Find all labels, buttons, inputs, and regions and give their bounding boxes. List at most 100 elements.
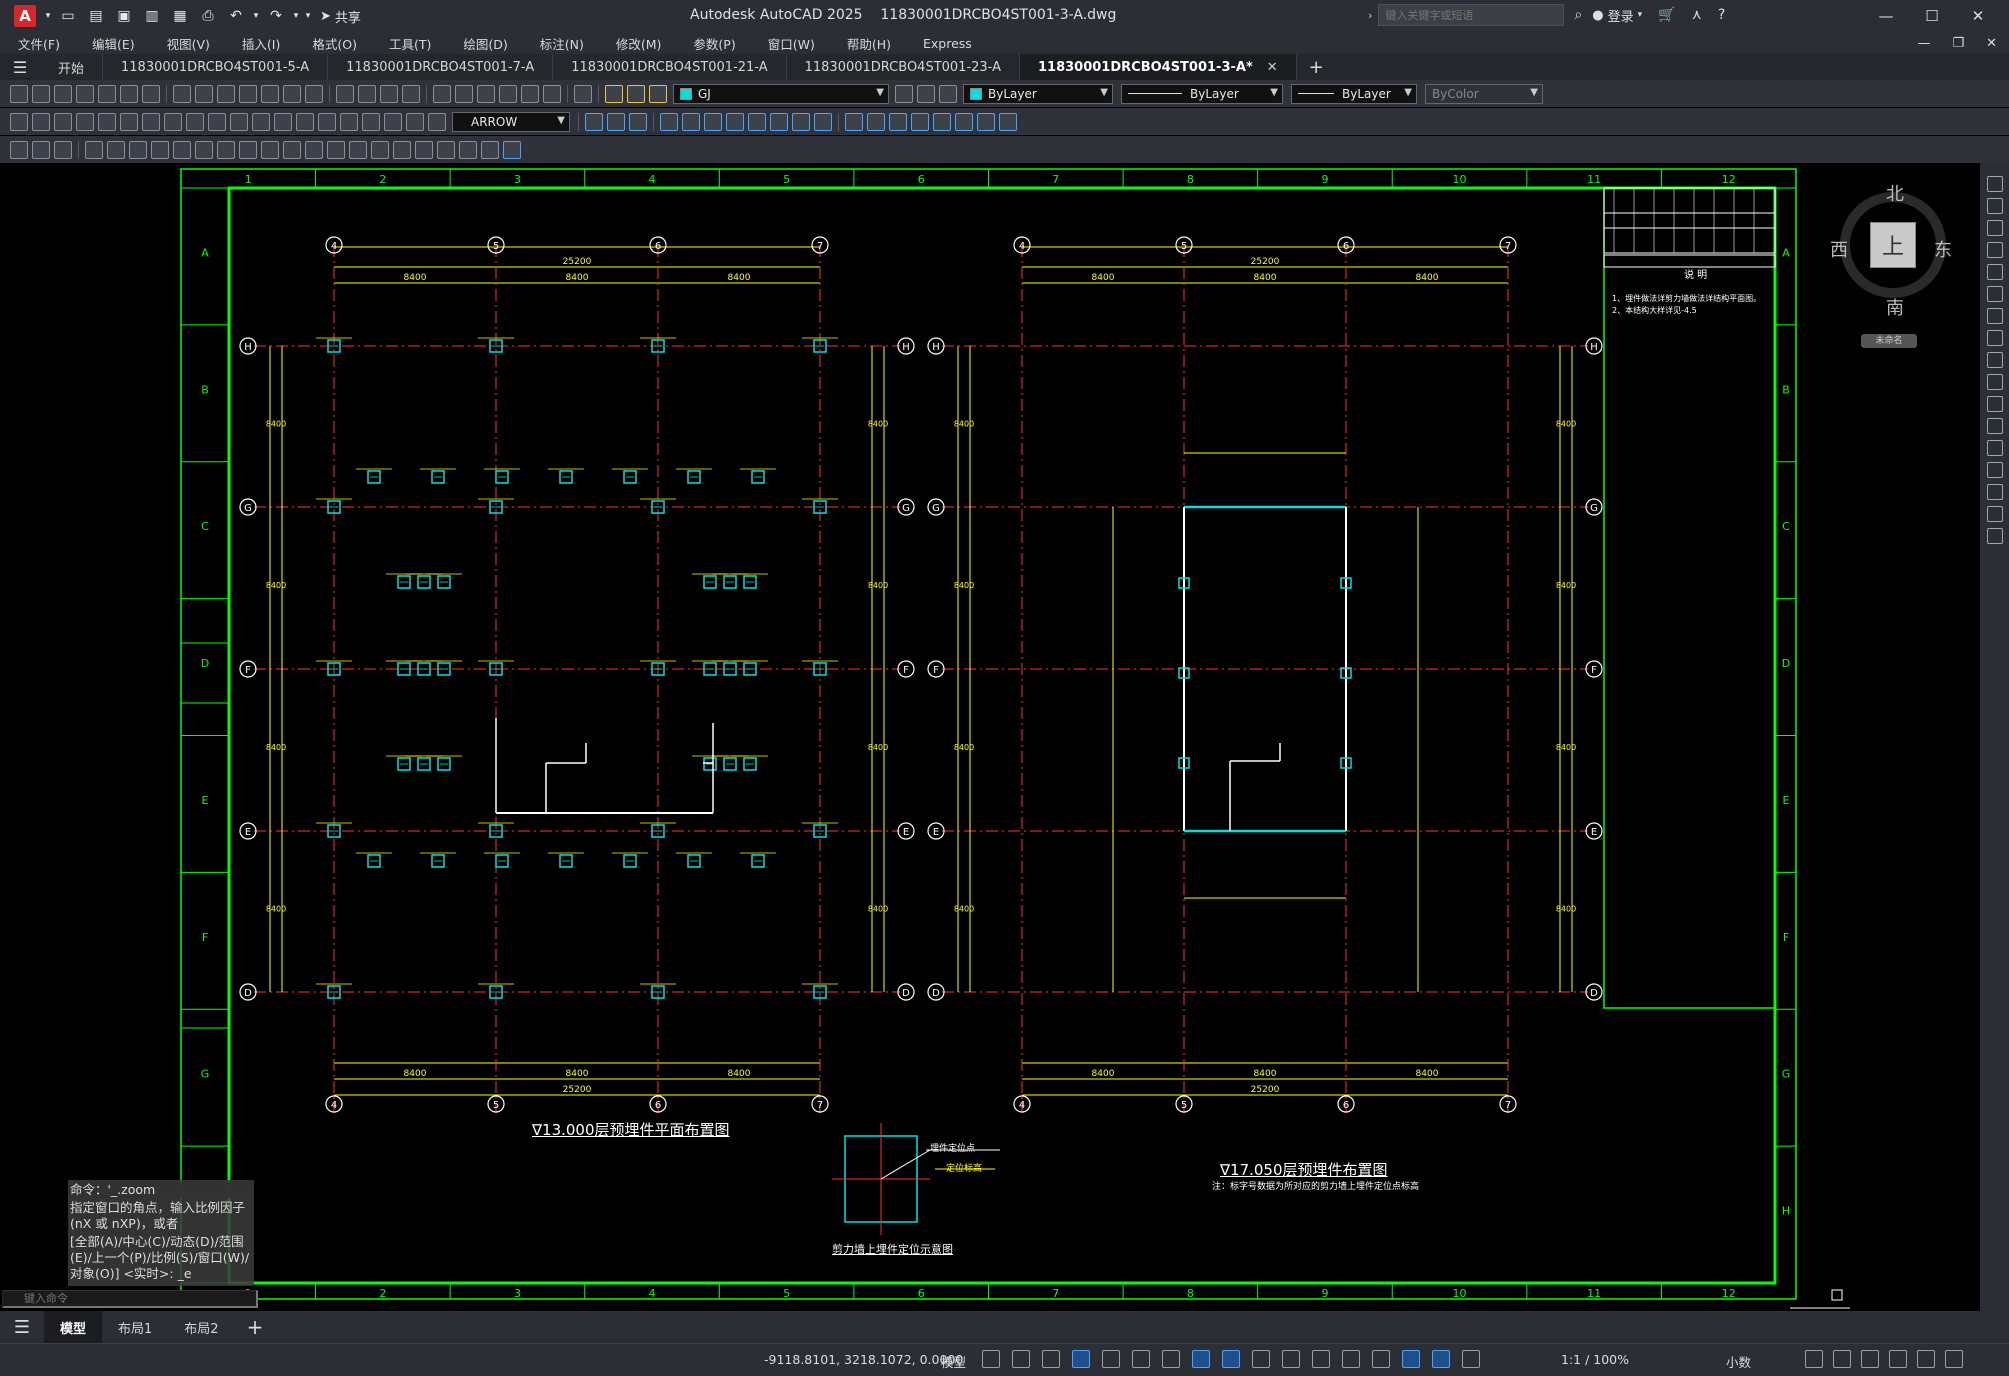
matchprop-icon[interactable] [239,84,257,103]
3dosnap-icon[interactable] [1312,1350,1330,1368]
tolerance-icon[interactable] [296,112,314,131]
save-tb-icon[interactable] [54,84,72,103]
layer-tool-15-icon[interactable] [911,112,929,131]
layer-tool-7-icon[interactable] [726,112,744,131]
layer-properties-icon[interactable] [605,84,623,103]
tab-start[interactable]: 开始 [40,54,104,80]
edit-tool-2-icon[interactable] [32,140,50,159]
tab-model[interactable]: 模型 [44,1311,103,1343]
menu-window[interactable]: 窗口(W) [768,34,815,53]
layer-tool-18-icon[interactable] [977,112,995,131]
revcloud-icon[interactable] [239,140,257,159]
layer-combo[interactable]: GJ ▼ [673,83,889,104]
rectangle-icon[interactable] [173,140,191,159]
line-icon[interactable] [85,140,103,159]
customize-qat-icon[interactable]: ▾ [302,5,314,27]
menu-view[interactable]: 视图(V) [167,34,210,53]
make-current-icon[interactable] [895,84,913,103]
region-icon[interactable] [437,140,455,159]
view-cube[interactable]: 上 北 南 东 西 未命名 [1830,180,1952,348]
block-editor-icon[interactable] [261,84,279,103]
undo-tb-icon[interactable] [283,84,301,103]
pan-icon[interactable] [336,84,354,103]
palette-tool-icon[interactable] [1986,484,2003,500]
dim-jogged-icon[interactable] [120,112,138,131]
grid-icon[interactable] [982,1350,1000,1368]
menu-tools[interactable]: 工具(T) [389,34,431,53]
layer-tool-19-icon[interactable] [999,112,1017,131]
layout-menu-icon[interactable]: ☰ [0,1317,44,1338]
tab-layout2[interactable]: 布局2 [168,1311,234,1343]
menu-help[interactable]: 帮助(H) [847,34,891,53]
save-as-icon[interactable]: ▥ [141,5,163,27]
dim-angular-icon[interactable] [164,112,182,131]
zoom-window-icon[interactable] [380,84,398,103]
tab-layout1[interactable]: 布局1 [102,1311,168,1343]
plot-icon[interactable]: ⎙ [197,5,219,27]
cursor-coordinates[interactable]: -9118.8101, 3218.1072, 0.0000 [764,1352,963,1367]
layer-previous-icon[interactable] [649,84,667,103]
layer-tool-17-icon[interactable] [955,112,973,131]
compass-south[interactable]: 南 [1886,294,1904,320]
palette-tool-icon[interactable] [1986,396,2003,412]
graphics-performance-icon[interactable] [1889,1350,1907,1368]
properties-icon[interactable] [433,84,451,103]
autocad-logo-icon[interactable]: A [14,5,36,27]
share-button[interactable]: ➤ 共享 [320,7,361,26]
make-block-icon[interactable] [349,140,367,159]
user-login[interactable]: ● 登录 ▾ [1592,6,1642,25]
3dprint-icon[interactable] [142,84,160,103]
add-selected-icon[interactable] [503,140,521,159]
palette-tool-icon[interactable] [1986,374,2003,390]
palette-tool-icon[interactable] [1986,418,2003,434]
construction-line-icon[interactable] [107,140,125,159]
snap-icon[interactable] [1012,1350,1030,1368]
lineweight-combo[interactable]: ByLayer ▼ [1291,83,1417,104]
edit-tool-3-icon[interactable] [54,140,72,159]
preview-icon[interactable] [98,84,116,103]
dim-text-edit-icon[interactable] [406,112,424,131]
dim-linear-icon[interactable] [10,112,28,131]
menu-express[interactable]: Express [923,36,972,51]
quick-dim-icon[interactable] [186,112,204,131]
point-icon[interactable] [371,140,389,159]
dimstyle-combo[interactable]: ARROW ▼ [452,111,570,132]
layer-match-icon[interactable] [917,84,935,103]
qnew-icon[interactable] [10,84,28,103]
center-mark-icon[interactable] [318,112,336,131]
copy-icon[interactable] [195,84,213,103]
open-icon[interactable] [32,84,50,103]
layer-tool-3-icon[interactable] [629,112,647,131]
doc-restore-icon[interactable]: ❐ [1952,36,1964,51]
model-space-toggle[interactable]: 模型 [941,1352,966,1371]
design-center-icon[interactable] [455,84,473,103]
minimize-icon[interactable]: — [1863,4,1909,28]
isodraft-icon[interactable] [1132,1350,1150,1368]
dim-update-icon[interactable] [428,112,446,131]
palette-tool-icon[interactable] [1986,528,2003,544]
ortho-icon[interactable] [1072,1350,1090,1368]
dim-aligned-icon[interactable] [32,112,50,131]
open-web-icon[interactable]: ▦ [169,5,191,27]
dim-baseline-icon[interactable] [208,112,226,131]
palette-tool-icon[interactable] [1986,506,2003,522]
palette-tool-icon[interactable] [1986,220,2003,236]
ellipse-arc-icon[interactable] [305,140,323,159]
annotation-scale[interactable]: 1:1 / 100% [1561,1352,1629,1367]
layer-tool-9-icon[interactable] [770,112,788,131]
tab-file-5[interactable]: 11830001DRCBO4ST001-5-A [103,54,329,80]
menu-edit[interactable]: 编辑(E) [92,34,135,53]
ucs-menu[interactable]: 未命名 [1861,334,1917,348]
menu-draw[interactable]: 绘图(D) [463,34,507,53]
maximize-icon[interactable]: ☐ [1909,4,1955,28]
osnap-icon[interactable] [1192,1350,1210,1368]
zoom-previous-icon[interactable] [402,84,420,103]
menu-dimension[interactable]: 标注(N) [540,34,584,53]
edit-tool-1-icon[interactable] [10,140,28,159]
table-icon[interactable] [459,140,477,159]
undo-icon[interactable]: ↶ [225,5,247,27]
zoom-realtime-icon[interactable] [358,84,376,103]
layer-tool-14-icon[interactable] [889,112,907,131]
command-input[interactable] [2,1290,258,1308]
arc-icon[interactable] [195,140,213,159]
